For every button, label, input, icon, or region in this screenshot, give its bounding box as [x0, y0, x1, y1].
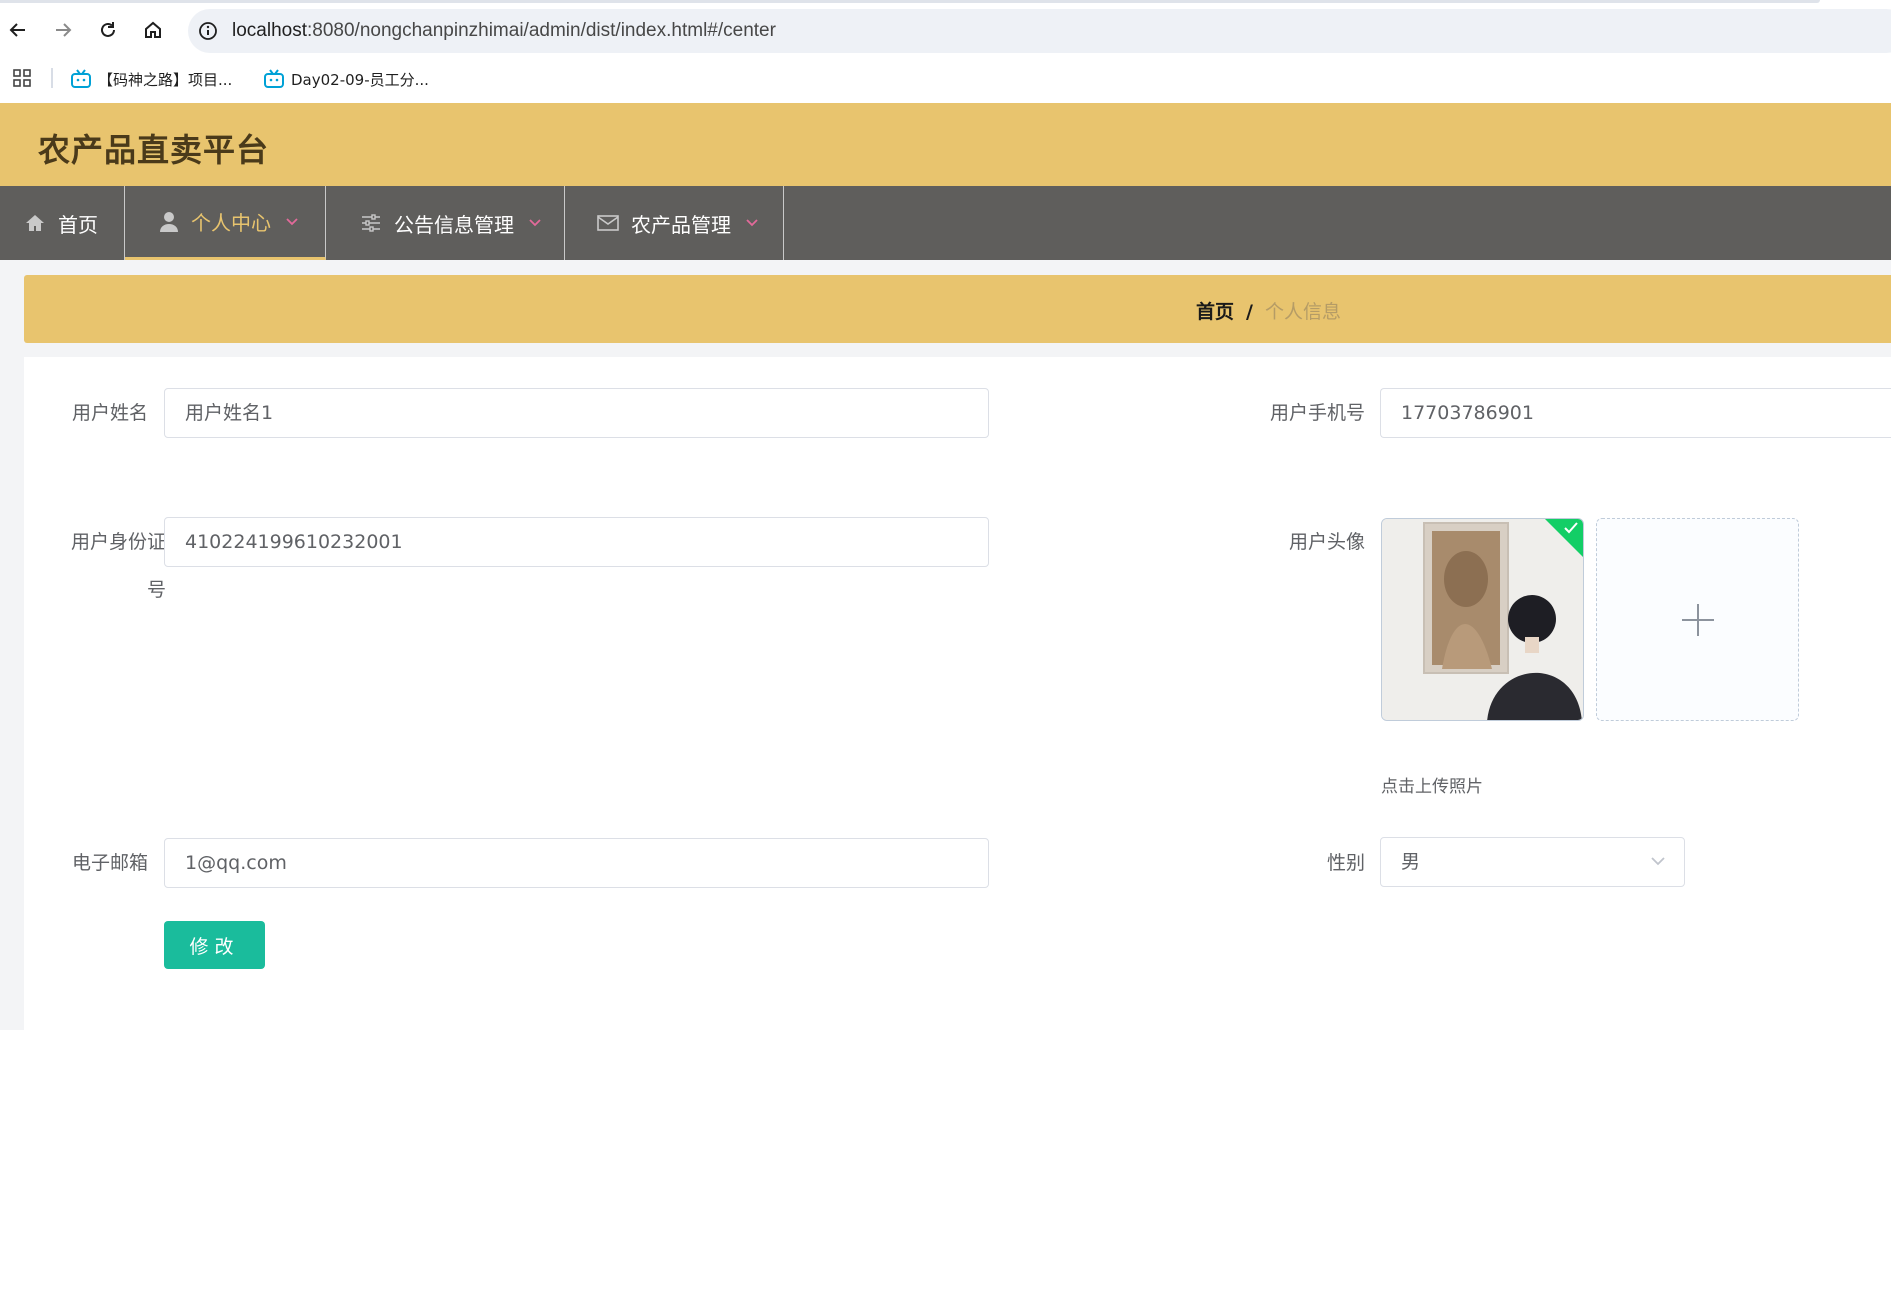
- url-text: localhost:8080/nongchanpinzhimai/admin/d…: [232, 20, 776, 41]
- bookmark-item-1[interactable]: 【码神之路】项目...: [70, 66, 232, 92]
- username-label: 用户姓名: [71, 402, 148, 424]
- user-icon: [160, 211, 178, 232]
- breadcrumb-home[interactable]: 首页: [1196, 301, 1234, 323]
- gender-label: 性别: [1326, 852, 1365, 874]
- phone-input[interactable]: 17703786901: [1380, 388, 1891, 438]
- home-button[interactable]: [137, 14, 169, 46]
- menu-item-notice-management[interactable]: 公告信息管理: [326, 186, 565, 260]
- address-bar[interactable]: localhost:8080/nongchanpinzhimai/admin/d…: [188, 9, 1891, 53]
- sliders-icon: [362, 214, 380, 232]
- plus-icon: [1681, 603, 1714, 636]
- app-title: 农产品直卖平台: [38, 131, 270, 169]
- breadcrumb-bar: 首页 / 个人信息: [24, 275, 1891, 343]
- bookmarks-separator: [51, 68, 53, 88]
- bilibili-icon: [264, 69, 284, 88]
- forward-button[interactable]: [47, 14, 79, 46]
- home-outline-icon: [145, 21, 161, 38]
- browser-toolbar: localhost:8080/nongchanpinzhimai/admin/d…: [0, 0, 1891, 62]
- menu-item-label: 个人中心: [191, 211, 271, 235]
- username-input[interactable]: 用户姓名1: [164, 388, 989, 438]
- breadcrumb: 首页 / 个人信息: [1196, 297, 1341, 324]
- chevron-down-icon: [1651, 857, 1665, 866]
- main-menu: 首页 个人中心 公告信息管理 农产品管理: [0, 186, 1891, 260]
- bookmark-item-2[interactable]: Day02-09-员工分...: [263, 66, 429, 92]
- modify-button[interactable]: 修改: [164, 921, 265, 969]
- upload-tip: 点击上传照片: [1381, 777, 1483, 797]
- bookmark-label: 【码神之路】项目...: [98, 70, 233, 89]
- menu-item-label: 首页: [58, 212, 98, 237]
- reload-button[interactable]: [92, 14, 124, 46]
- chevron-down-icon: [746, 219, 758, 227]
- phone-label: 用户手机号: [1269, 402, 1365, 424]
- reload-icon: [101, 22, 115, 37]
- id-number-input[interactable]: 410224199610232001: [164, 517, 989, 567]
- menu-item-label: 农产品管理: [631, 212, 731, 237]
- avatar-upload-button[interactable]: [1596, 518, 1799, 721]
- avatar-label: 用户头像: [1288, 531, 1365, 553]
- mail-icon: [597, 215, 619, 231]
- menu-item-home[interactable]: 首页: [0, 186, 125, 260]
- email-label: 电子邮箱: [71, 852, 148, 874]
- tab-strip: [0, 0, 1820, 3]
- chevron-down-icon: [286, 217, 298, 225]
- back-arrow-icon: [9, 23, 25, 37]
- bilibili-icon: [71, 69, 91, 88]
- breadcrumb-separator: /: [1246, 301, 1253, 323]
- gender-select[interactable]: 男: [1380, 837, 1685, 887]
- chevron-down-icon: [529, 219, 541, 227]
- back-button[interactable]: [2, 14, 34, 46]
- home-icon: [26, 215, 44, 231]
- menu-item-label: 公告信息管理: [394, 212, 514, 237]
- gender-value: 男: [1401, 851, 1421, 873]
- id-number-label: 用户身份证号: [71, 531, 167, 601]
- site-info-icon[interactable]: [198, 21, 218, 41]
- menu-item-personal-center[interactable]: 个人中心: [125, 186, 326, 260]
- check-icon: [1564, 522, 1578, 534]
- apps-grid-icon[interactable]: [12, 68, 32, 88]
- breadcrumb-current: 个人信息: [1264, 301, 1341, 323]
- menu-item-product-management[interactable]: 农产品管理: [565, 186, 784, 260]
- bookmark-label: Day02-09-员工分...: [291, 70, 429, 89]
- email-input[interactable]: 1@qq.com: [164, 838, 989, 888]
- avatar-thumbnail[interactable]: [1381, 518, 1584, 721]
- forward-arrow-icon: [56, 23, 72, 37]
- app-header: 农产品直卖平台: [0, 103, 1891, 186]
